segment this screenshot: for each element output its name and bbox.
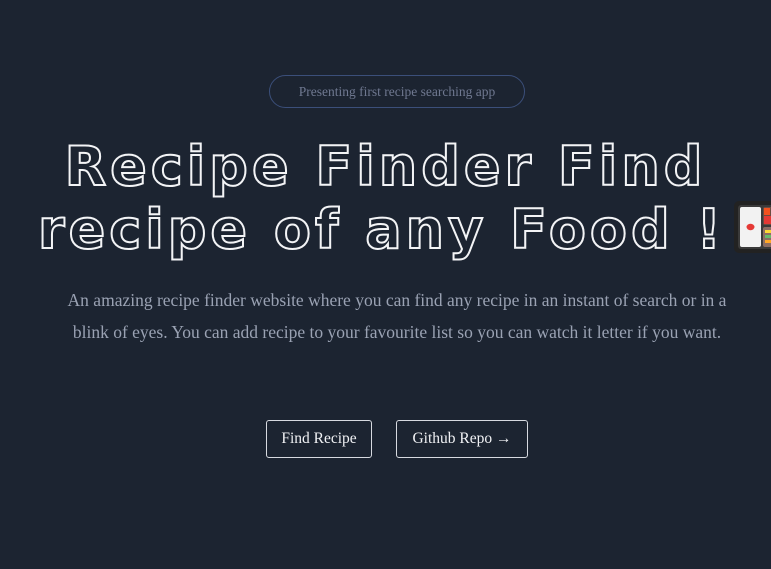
bento-box-icon	[733, 198, 771, 267]
headline-line-2: recipe of any Food !	[0, 198, 771, 262]
headline-line-1: Recipe Finder Find	[64, 135, 707, 199]
hero-badge: Presenting first recipe searching app	[269, 75, 525, 108]
hero-headline: Recipe Finder Find recipe of any Food !	[0, 135, 771, 262]
hero-description: An amazing recipe finder website where y…	[67, 290, 727, 342]
headline-line-2-text: recipe of any Food !	[37, 198, 726, 262]
github-repo-button[interactable]: Github Repo →	[396, 420, 528, 458]
find-recipe-button[interactable]: Find Recipe	[266, 420, 372, 458]
